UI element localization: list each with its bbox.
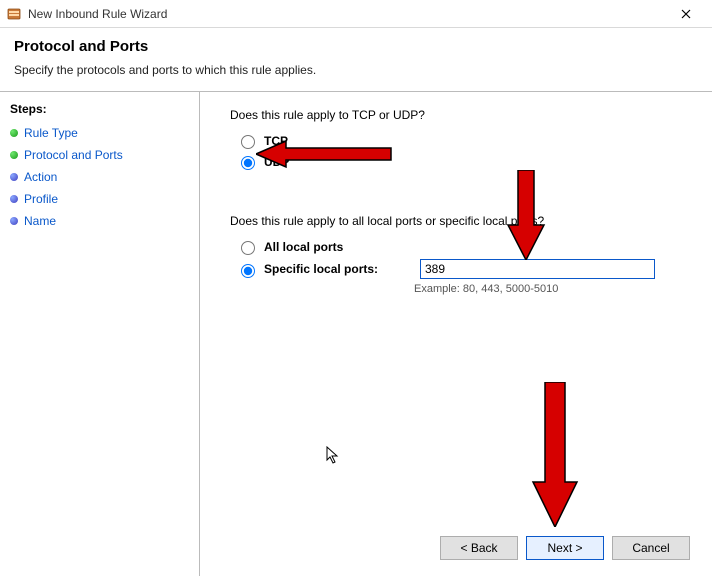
specific-ports-option[interactable]: Specific local ports: [236,259,682,279]
udp-option[interactable]: UDP [236,153,682,170]
all-ports-label: All local ports [264,240,343,254]
titlebar: New Inbound Rule Wizard [0,0,712,28]
step-bullet-icon [10,217,18,225]
wizard-header: Protocol and Ports Specify the protocols… [0,28,712,91]
step-action[interactable]: Action [10,166,189,188]
all-ports-option[interactable]: All local ports [236,238,682,255]
step-label: Action [24,170,57,184]
all-ports-radio[interactable] [241,241,255,255]
step-rule-type[interactable]: Rule Type [10,122,189,144]
cancel-button[interactable]: Cancel [612,536,690,560]
close-icon [681,9,691,19]
step-protocol-ports[interactable]: Protocol and Ports [10,144,189,166]
wizard-main: Does this rule apply to TCP or UDP? TCP … [200,92,712,576]
ports-input[interactable] [420,259,655,279]
page-subtitle: Specify the protocols and ports to which… [14,63,698,77]
udp-label: UDP [264,155,289,169]
annotation-arrow-down-next-icon [530,382,580,527]
ports-question: Does this rule apply to all local ports … [230,214,682,228]
page-title: Protocol and Ports [14,38,698,55]
specific-ports-label: Specific local ports: [264,262,414,276]
steps-heading: Steps: [10,102,189,116]
step-profile[interactable]: Profile [10,188,189,210]
wizard-buttons: < Back Next > Cancel [440,536,690,560]
steps-sidebar: Steps: Rule Type Protocol and Ports Acti… [0,92,200,576]
specific-ports-radio[interactable] [241,264,255,278]
ports-example: Example: 80, 443, 5000-5010 [414,283,682,295]
step-bullet-icon [10,151,18,159]
step-label: Name [24,214,56,228]
protocol-question: Does this rule apply to TCP or UDP? [230,108,682,122]
step-bullet-icon [10,173,18,181]
step-bullet-icon [10,129,18,137]
window-title: New Inbound Rule Wizard [28,7,666,21]
next-button[interactable]: Next > [526,536,604,560]
tcp-radio[interactable] [241,135,255,149]
step-label: Rule Type [24,126,78,140]
tcp-label: TCP [264,134,288,148]
step-label: Profile [24,192,58,206]
udp-radio[interactable] [241,156,255,170]
step-bullet-icon [10,195,18,203]
step-name[interactable]: Name [10,210,189,232]
wizard-body: Steps: Rule Type Protocol and Ports Acti… [0,91,712,576]
app-icon [6,6,22,22]
step-label: Protocol and Ports [24,148,123,162]
tcp-option[interactable]: TCP [236,132,682,149]
close-button[interactable] [666,0,706,28]
back-button[interactable]: < Back [440,536,518,560]
